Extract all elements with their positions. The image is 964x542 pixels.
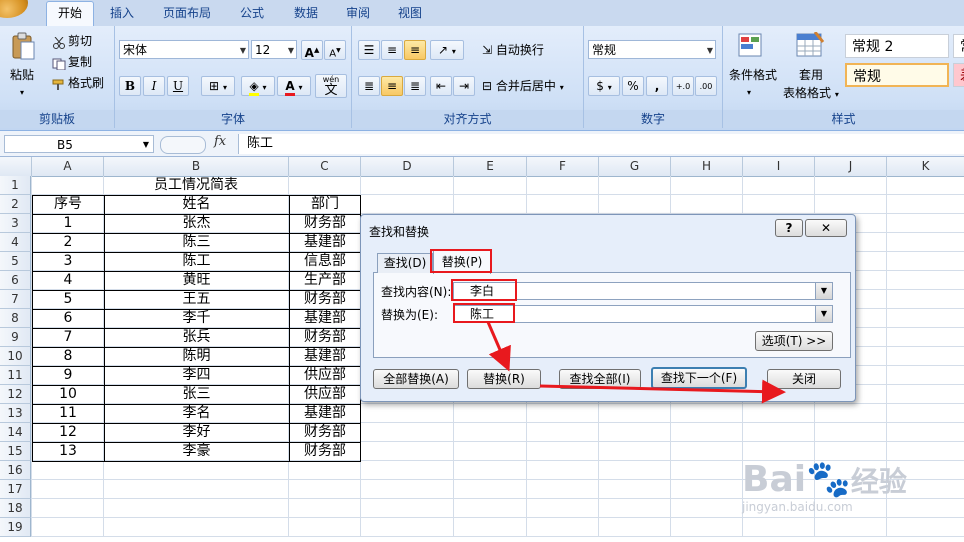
arrow-to-replace-button	[486, 321, 511, 372]
arrow-to-close-button	[539, 379, 786, 404]
annotation-arrows	[486, 321, 786, 404]
